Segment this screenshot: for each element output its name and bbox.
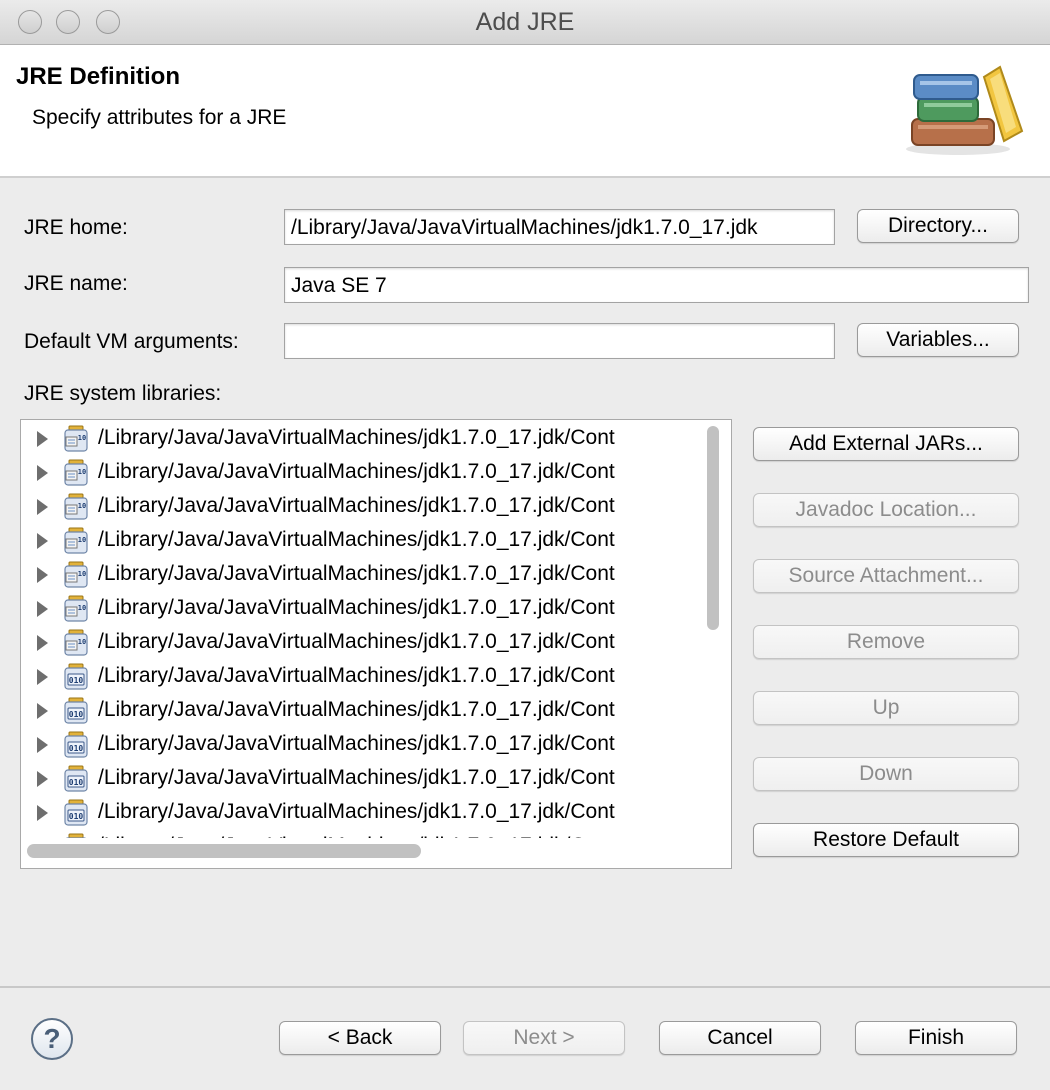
next-button[interactable]: Next > (463, 1021, 625, 1055)
svg-text:10: 10 (78, 502, 86, 510)
library-rows: 10/Library/Java/JavaVirtualMachines/jdk1… (21, 420, 721, 838)
jar-binary-icon: 010 (63, 833, 89, 838)
library-path: /Library/Java/JavaVirtualMachines/jdk1.7… (98, 766, 615, 789)
expand-arrow-icon[interactable] (37, 805, 48, 821)
svg-text:010: 010 (69, 676, 84, 685)
jar-binary-icon: 010 (63, 765, 89, 793)
library-row[interactable]: 010/Library/Java/JavaVirtualMachines/jdk… (21, 694, 721, 728)
expand-arrow-icon[interactable] (37, 499, 48, 515)
javadoc-location-button[interactable]: Javadoc Location... (753, 493, 1019, 527)
library-books-icon (906, 65, 1024, 155)
jar-source-icon: 10 (63, 459, 89, 487)
library-row[interactable]: 10/Library/Java/JavaVirtualMachines/jdk1… (21, 490, 721, 524)
svg-text:10: 10 (78, 536, 86, 544)
down-button[interactable]: Down (753, 757, 1019, 791)
back-button[interactable]: < Back (279, 1021, 441, 1055)
system-libraries-tree[interactable]: 10/Library/Java/JavaVirtualMachines/jdk1… (20, 419, 732, 869)
library-path: /Library/Java/JavaVirtualMachines/jdk1.7… (98, 528, 615, 551)
up-button[interactable]: Up (753, 691, 1019, 725)
svg-text:10: 10 (78, 570, 86, 578)
library-row[interactable]: 10/Library/Java/JavaVirtualMachines/jdk1… (21, 558, 721, 592)
jar-source-icon: 10 (63, 595, 89, 623)
svg-text:010: 010 (69, 812, 84, 821)
svg-text:010: 010 (69, 710, 84, 719)
system-libraries-label: JRE system libraries: (24, 382, 222, 405)
library-row[interactable]: 10/Library/Java/JavaVirtualMachines/jdk1… (21, 524, 721, 558)
library-path: /Library/Java/JavaVirtualMachines/jdk1.7… (98, 834, 615, 838)
source-attachment-button[interactable]: Source Attachment... (753, 559, 1019, 593)
svg-text:010: 010 (69, 778, 84, 787)
finish-button[interactable]: Finish (855, 1021, 1017, 1055)
expand-arrow-icon[interactable] (37, 533, 48, 549)
library-row[interactable]: 010/Library/Java/JavaVirtualMachines/jdk… (21, 762, 721, 796)
expand-arrow-icon[interactable] (37, 601, 48, 617)
wizard-header: JRE Definition Specify attributes for a … (0, 45, 1050, 178)
library-path: /Library/Java/JavaVirtualMachines/jdk1.7… (98, 800, 615, 823)
library-path: /Library/Java/JavaVirtualMachines/jdk1.7… (98, 698, 615, 721)
page-subtitle: Specify attributes for a JRE (32, 106, 287, 129)
variables-button[interactable]: Variables... (857, 323, 1019, 357)
library-row[interactable]: 010/Library/Java/JavaVirtualMachines/jdk… (21, 796, 721, 830)
jar-binary-icon: 010 (63, 799, 89, 827)
library-row[interactable]: 10/Library/Java/JavaVirtualMachines/jdk1… (21, 626, 721, 660)
vm-arguments-label: Default VM arguments: (24, 330, 239, 353)
expand-arrow-icon[interactable] (37, 703, 48, 719)
footer-separator (0, 986, 1050, 988)
jar-source-icon: 10 (63, 561, 89, 589)
library-path: /Library/Java/JavaVirtualMachines/jdk1.7… (98, 562, 615, 585)
jar-binary-icon: 010 (63, 697, 89, 725)
vm-arguments-input[interactable] (284, 323, 835, 359)
expand-arrow-icon[interactable] (37, 635, 48, 651)
library-row[interactable]: 10/Library/Java/JavaVirtualMachines/jdk1… (21, 592, 721, 626)
library-path: /Library/Java/JavaVirtualMachines/jdk1.7… (98, 460, 615, 483)
svg-text:10: 10 (78, 638, 86, 646)
cancel-button[interactable]: Cancel (659, 1021, 821, 1055)
library-row[interactable]: 010/Library/Java/JavaVirtualMachines/jdk… (21, 660, 721, 694)
remove-button[interactable]: Remove (753, 625, 1019, 659)
expand-arrow-icon[interactable] (37, 737, 48, 753)
svg-text:010: 010 (69, 744, 84, 753)
library-row[interactable]: 10/Library/Java/JavaVirtualMachines/jdk1… (21, 422, 721, 456)
directory-button[interactable]: Directory... (857, 209, 1019, 243)
svg-text:10: 10 (78, 604, 86, 612)
svg-text:10: 10 (78, 434, 86, 442)
library-row[interactable]: 010/Library/Java/JavaVirtualMachines/jdk… (21, 830, 721, 838)
window-title: Add JRE (475, 8, 575, 36)
jar-source-icon: 10 (63, 527, 89, 555)
horizontal-scrollbar[interactable] (27, 844, 421, 858)
library-path: /Library/Java/JavaVirtualMachines/jdk1.7… (98, 494, 615, 517)
jar-source-icon: 10 (63, 629, 89, 657)
expand-arrow-icon[interactable] (37, 669, 48, 685)
jar-binary-icon: 010 (63, 731, 89, 759)
jar-binary-icon: 010 (63, 663, 89, 691)
help-icon[interactable]: ? (31, 1018, 73, 1060)
library-row[interactable]: 10/Library/Java/JavaVirtualMachines/jdk1… (21, 456, 721, 490)
expand-arrow-icon[interactable] (37, 465, 48, 481)
title-bar: Add JRE (0, 0, 1050, 45)
library-path: /Library/Java/JavaVirtualMachines/jdk1.7… (98, 596, 615, 619)
expand-arrow-icon[interactable] (37, 567, 48, 583)
jre-name-label: JRE name: (24, 272, 128, 295)
library-path: /Library/Java/JavaVirtualMachines/jdk1.7… (98, 732, 615, 755)
restore-default-button[interactable]: Restore Default (753, 823, 1019, 857)
expand-arrow-icon[interactable] (37, 431, 48, 447)
page-title: JRE Definition (16, 63, 181, 90)
jar-source-icon: 10 (63, 425, 89, 453)
library-path: /Library/Java/JavaVirtualMachines/jdk1.7… (98, 664, 615, 687)
add-external-jars-button[interactable]: Add External JARs... (753, 427, 1019, 461)
library-path: /Library/Java/JavaVirtualMachines/jdk1.7… (98, 426, 615, 449)
expand-arrow-icon[interactable] (37, 771, 48, 787)
vertical-scrollbar[interactable] (707, 426, 719, 630)
jre-home-input[interactable]: /Library/Java/JavaVirtualMachines/jdk1.7… (284, 209, 835, 245)
library-row[interactable]: 010/Library/Java/JavaVirtualMachines/jdk… (21, 728, 721, 762)
svg-text:10: 10 (78, 468, 86, 476)
jre-name-input[interactable]: Java SE 7 (284, 267, 1029, 303)
jre-home-label: JRE home: (24, 216, 128, 239)
jar-source-icon: 10 (63, 493, 89, 521)
library-path: /Library/Java/JavaVirtualMachines/jdk1.7… (98, 630, 615, 653)
